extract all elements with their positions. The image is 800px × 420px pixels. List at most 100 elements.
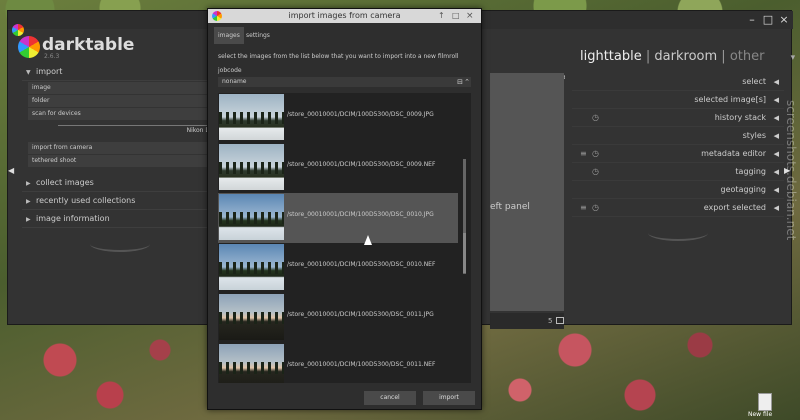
file-path: /store_00010001/DCIM/100D5300/DSC_0011.N…	[287, 361, 436, 368]
close-icon[interactable]: ×	[466, 9, 474, 23]
file-path: /store_00010001/DCIM/100D5300/DSC_0010.J…	[287, 211, 434, 218]
list-item[interactable]: /store_00010001/DCIM/100D5300/DSC_0010.N…	[218, 243, 458, 293]
scrollbar-thumb[interactable]	[463, 233, 466, 273]
bottom-bar: 5	[490, 313, 564, 329]
panel-ornament	[648, 225, 708, 241]
import-button[interactable]: import	[423, 391, 475, 405]
reset-icon[interactable]: ◷	[592, 145, 599, 163]
selected-images-module[interactable]: selected image[s] ◀	[572, 91, 784, 109]
darktable-app-icon	[12, 24, 24, 36]
list-item[interactable]: /store_00010001/DCIM/100D5300/DSC_0011.J…	[218, 293, 458, 343]
maximize-icon[interactable]: □	[452, 9, 460, 23]
file-icon[interactable]	[758, 393, 772, 411]
image-thumbnail	[219, 194, 284, 240]
panel-ornament	[90, 236, 150, 252]
section-label: image information	[36, 214, 110, 223]
import-folder-button[interactable]: folder	[28, 95, 218, 107]
list-item-selected[interactable]: /store_00010001/DCIM/100D5300/DSC_0010.J…	[218, 193, 458, 243]
image-thumbnail	[219, 94, 284, 140]
view-separator: |	[721, 49, 726, 64]
reset-icon[interactable]: ◷	[592, 199, 599, 217]
image-thumbnail	[219, 144, 284, 190]
module-label: styles	[742, 131, 766, 140]
history-stack-module[interactable]: ◷ history stack ◀	[572, 109, 784, 127]
monitor-icon[interactable]	[556, 317, 564, 324]
section-label: collect images	[36, 178, 94, 187]
section-label: recently used collections	[36, 196, 136, 205]
geotagging-module[interactable]: geotagging ◀	[572, 181, 784, 199]
view-other[interactable]: other	[730, 49, 765, 64]
import-section-label: import	[36, 67, 63, 76]
image-information-section[interactable]: ▶ image information	[22, 210, 218, 228]
collapsed-arrow-icon: ▶	[26, 216, 31, 223]
recent-collections-section[interactable]: ▶ recently used collections	[22, 192, 218, 210]
dialog-instruction: select the images from the list below th…	[218, 53, 459, 60]
file-path: /store_00010001/DCIM/100D5300/DSC_0009.N…	[287, 161, 436, 168]
minimize-icon[interactable]: –	[746, 14, 758, 26]
metadata-editor-module[interactable]: ≡ ◷ metadata editor ◀	[572, 145, 784, 163]
list-header-icon[interactable]: ⊟	[457, 77, 463, 87]
tab-settings[interactable]: settings	[242, 27, 274, 44]
list-item[interactable]: /store_00010001/DCIM/100D5300/DSC_0011.N…	[218, 343, 458, 383]
center-view-text: eft panel	[490, 202, 530, 212]
darktable-app-icon	[212, 11, 222, 21]
file-path: /store_00010001/DCIM/100D5300/DSC_0011.J…	[287, 311, 434, 318]
select-module[interactable]: select ◀	[572, 73, 784, 91]
left-panel: ▼ import image folder scan for devices Ni…	[22, 63, 218, 283]
import-section-header[interactable]: ▼ import	[22, 63, 218, 81]
scan-devices-button[interactable]: scan for devices	[28, 108, 218, 120]
jobcode-field[interactable]: noname ⊟ ⌃	[218, 77, 471, 87]
import-dialog: import images from camera ↑ □ × images s…	[207, 8, 482, 410]
center-view	[490, 73, 564, 311]
close-icon[interactable]: ×	[778, 14, 790, 26]
import-from-camera-button[interactable]: import from camera	[28, 142, 218, 154]
presets-icon[interactable]: ≡	[580, 145, 587, 163]
module-label: export selected	[703, 203, 766, 212]
watermark: screenshots.debian.net	[784, 100, 798, 241]
presets-icon[interactable]: ≡	[580, 199, 587, 217]
import-image-button[interactable]: image	[28, 82, 218, 94]
module-label: metadata editor	[701, 149, 766, 158]
device-row: Nikon DSC	[28, 121, 218, 141]
desktop-file-label[interactable]: New file	[748, 411, 772, 418]
collapsed-arrow-icon: ▶	[26, 180, 31, 187]
jobcode-label: jobcode	[218, 67, 242, 74]
chevron-up-icon[interactable]: ⌃	[464, 77, 470, 87]
view-switcher: lighttable | darkroom | other ▾	[580, 49, 795, 64]
module-label: selected image[s]	[694, 95, 766, 104]
module-label: tagging	[735, 167, 766, 176]
mouse-cursor-icon	[364, 235, 372, 245]
chevron-down-icon[interactable]: ▾	[791, 53, 796, 63]
export-selected-module[interactable]: ≡ ◷ export selected ◀	[572, 199, 784, 217]
collapsed-arrow-icon: ▶	[26, 198, 31, 205]
image-list[interactable]: /store_00010001/DCIM/100D5300/DSC_0009.J…	[218, 93, 471, 383]
app-name: darktable	[42, 35, 135, 55]
file-path: /store_00010001/DCIM/100D5300/DSC_0010.N…	[287, 261, 436, 268]
module-label: select	[742, 77, 766, 86]
cancel-button[interactable]: cancel	[364, 391, 416, 405]
tethered-shoot-button[interactable]: tethered shoot	[28, 155, 218, 167]
device-divider	[58, 125, 208, 126]
view-lighttable[interactable]: lighttable	[580, 49, 642, 64]
tab-images[interactable]: images	[214, 27, 244, 44]
app-version: 2.6.3	[44, 53, 60, 60]
jobcode-value: noname	[222, 78, 247, 85]
tagging-module[interactable]: ◷ tagging ◀	[572, 163, 784, 181]
module-label: history stack	[714, 113, 766, 122]
right-panel: select ◀ selected image[s] ◀ ◷ history stac…	[572, 73, 784, 249]
list-item[interactable]: /store_00010001/DCIM/100D5300/DSC_0009.N…	[218, 143, 458, 193]
left-panel-collapse-arrow-icon[interactable]: ◀	[8, 166, 14, 178]
maximize-icon[interactable]: □	[762, 14, 774, 26]
image-thumbnail	[219, 344, 284, 383]
collect-images-section[interactable]: ▶ collect images	[22, 174, 218, 192]
reset-icon[interactable]: ◷	[592, 163, 599, 181]
styles-module[interactable]: styles ◀	[572, 127, 784, 145]
darktable-logo-icon	[18, 36, 40, 58]
pin-icon[interactable]: ↑	[438, 9, 445, 23]
reset-icon[interactable]: ◷	[592, 109, 599, 127]
list-item[interactable]: /store_00010001/DCIM/100D5300/DSC_0009.J…	[218, 93, 458, 143]
view-darkroom[interactable]: darkroom	[654, 49, 717, 64]
chevron-left-icon: ◀	[773, 78, 779, 86]
module-label: geotagging	[720, 185, 766, 194]
dialog-titlebar: import images from camera ↑ □ ×	[208, 9, 481, 23]
